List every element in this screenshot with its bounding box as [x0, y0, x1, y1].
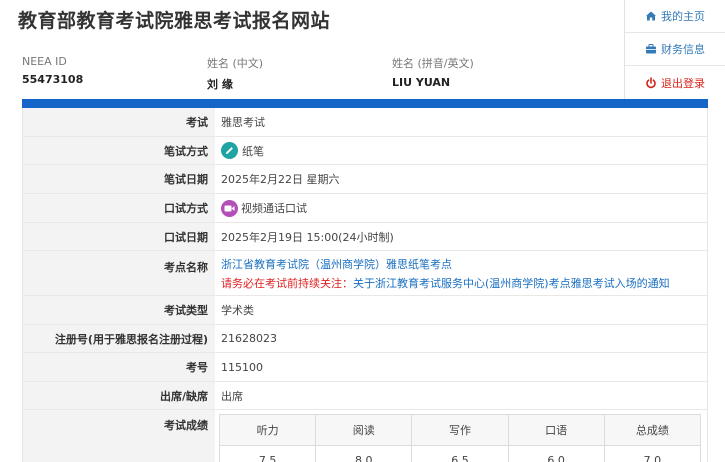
candidate-number-label: 考号: [23, 353, 215, 381]
oral-date-value: 2025年2月19日 15:00(24小时制): [221, 230, 394, 244]
attendance-value: 出席: [221, 389, 243, 403]
attendance-label: 出席/缺席: [23, 382, 215, 409]
exam-details-table: 考试 雅思考试 笔试方式 纸笔 笔试日期 2025年2月22日 星期六 口试方式…: [22, 108, 708, 462]
test-center-label: 考点名称: [23, 251, 215, 295]
oral-mode-value: 视频通话口试: [241, 202, 307, 215]
exam-label: 考试: [23, 108, 215, 136]
accent-bar: [22, 99, 708, 108]
menu-logout-label: 退出登录: [661, 76, 705, 90]
written-date-value: 2025年2月22日 星期六: [221, 173, 340, 186]
row-oral-date: 口试日期 2025年2月19日 15:00(24小时制): [23, 223, 707, 251]
score-header-reading: 阅读: [315, 414, 413, 446]
power-icon: [645, 76, 657, 89]
score-table: 听力 阅读 写作 口语 总成绩 7.5 8.0 6.5 6.0 7.0: [218, 414, 702, 462]
video-camera-icon: [221, 199, 238, 217]
neea-id-label: NEEA ID: [22, 55, 67, 68]
user-info: NEEA ID 55473108 姓名 (中文) 刘 缘 姓名 (拼音/英文) …: [22, 55, 622, 95]
name-en-block: 姓名 (拼音/英文) LIU YUAN: [392, 55, 474, 89]
name-en-label: 姓名 (拼音/英文): [392, 57, 474, 70]
score-reading: 8.0: [315, 445, 413, 462]
scores-cell: 听力 阅读 写作 口语 总成绩 7.5 8.0 6.5 6.0 7.0: [215, 410, 707, 462]
oral-mode-cell: 视频通话口试: [215, 194, 707, 222]
test-center-link[interactable]: 浙江省教育考试院（温州商学院）雅思纸笔考点: [221, 256, 452, 272]
exam-type-value: 学术类: [221, 304, 254, 317]
neea-id-block: NEEA ID 55473108: [22, 55, 83, 86]
row-attendance: 出席/缺席 出席: [23, 382, 707, 410]
score-listening: 7.5: [218, 445, 317, 462]
candidate-number-value: 115100: [221, 360, 263, 374]
registration-value: 21628023: [221, 332, 277, 345]
written-date-label: 笔试日期: [23, 165, 215, 193]
site-title: 教育部教育考试院雅思考试报名网站: [18, 10, 331, 32]
written-mode-value: 纸笔: [242, 144, 264, 158]
row-scores: 考试成绩 听力 阅读 写作 口语 总成绩 7.5 8.0 6.5 6.0 7.0: [23, 410, 707, 462]
row-written-date: 笔试日期 2025年2月22日 星期六: [23, 165, 707, 194]
home-icon: [645, 10, 657, 22]
right-menu: 我的主页 财务信息 退出登录: [624, 0, 725, 100]
name-cn-block: 姓名 (中文) 刘 缘: [207, 55, 263, 92]
briefcase-icon: [645, 43, 657, 55]
row-registration: 注册号(用于雅思报名注册过程) 21628023: [23, 325, 707, 353]
menu-logout[interactable]: 退出登录: [625, 66, 725, 99]
score-header-overall: 总成绩: [603, 414, 702, 446]
row-exam: 考试 雅思考试: [23, 108, 707, 137]
row-test-center: 考点名称 浙江省教育考试院（温州商学院）雅思纸笔考点 请务必在考试前持续关注：关…: [23, 251, 707, 296]
row-written-mode: 笔试方式 纸笔: [23, 137, 707, 165]
name-en-value: LIU YUAN: [392, 76, 451, 89]
written-mode-cell: 纸笔: [215, 137, 707, 164]
test-center-cell: 浙江省教育考试院（温州商学院）雅思纸笔考点 请务必在考试前持续关注：关于浙江教育…: [215, 251, 707, 295]
name-cn-label: 姓名 (中文): [207, 57, 264, 70]
score-value-row: 7.5 8.0 6.5 6.0 7.0: [218, 445, 702, 462]
row-oral-mode: 口试方式 视频通话口试: [23, 194, 707, 223]
menu-home-label: 我的主页: [661, 10, 705, 23]
score-header-speaking: 口语: [507, 414, 605, 446]
score-overall: 7.0: [603, 445, 702, 462]
pen-icon: [221, 142, 238, 159]
notice-link[interactable]: 关于浙江教育考试服务中心(温州商学院)考点雅思考试入场的通知: [353, 277, 670, 290]
score-writing: 6.5: [411, 445, 509, 462]
notice-prefix: 请务必在考试前持续关注：: [221, 276, 353, 290]
oral-mode-label: 口试方式: [23, 194, 215, 222]
written-mode-label: 笔试方式: [23, 137, 215, 164]
row-candidate-number: 考号 115100: [23, 353, 707, 382]
menu-home[interactable]: 我的主页: [625, 0, 725, 33]
oral-date-label: 口试日期: [23, 223, 215, 250]
menu-finance-label: 财务信息: [661, 43, 705, 56]
menu-finance[interactable]: 财务信息: [625, 33, 725, 66]
exam-type-label: 考试类型: [23, 296, 215, 324]
test-center-notice: 请务必在考试前持续关注：关于浙江教育考试服务中心(温州商学院)考点雅思考试入场的…: [221, 275, 670, 291]
scores-label: 考试成绩: [23, 410, 215, 462]
score-header-writing: 写作: [411, 414, 509, 446]
row-exam-type: 考试类型 学术类: [23, 296, 707, 325]
exam-value: 雅思考试: [221, 116, 265, 129]
registration-label: 注册号(用于雅思报名注册过程): [23, 325, 215, 352]
name-cn-value: 刘 缘: [207, 78, 233, 91]
score-header-row: 听力 阅读 写作 口语 总成绩: [218, 414, 702, 446]
score-speaking: 6.0: [507, 445, 605, 462]
neea-id-value: 55473108: [22, 73, 84, 86]
score-header-listening: 听力: [218, 414, 317, 446]
